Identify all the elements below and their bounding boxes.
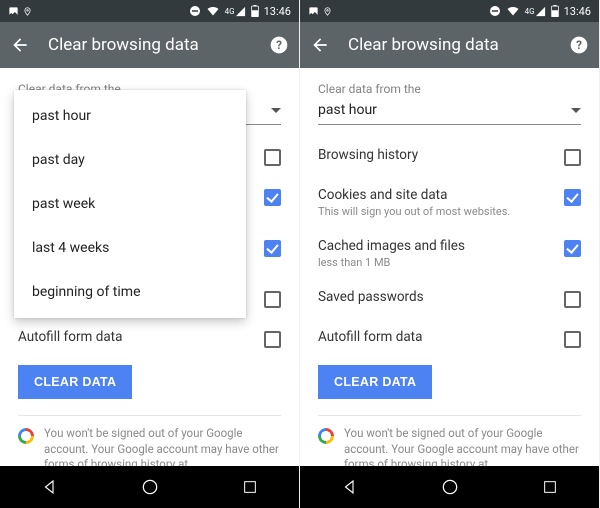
nav-home-button[interactable] — [140, 477, 160, 497]
checkbox-browsing-history[interactable] — [564, 149, 581, 166]
app-header: Clear browsing data ? — [0, 22, 299, 68]
location-icon — [323, 6, 332, 17]
back-button[interactable] — [310, 35, 330, 55]
signin-note: You won't be signed out of your Google a… — [318, 415, 581, 473]
row-autofill[interactable]: Autofill form data — [318, 319, 581, 359]
image-icon — [8, 6, 19, 17]
row-cached[interactable]: Cached images and files less than 1 MB — [318, 228, 581, 279]
dnd-icon — [489, 5, 501, 17]
google-logo-icon — [318, 428, 334, 444]
wifi-icon — [506, 5, 520, 17]
checkbox-saved-passwords[interactable] — [564, 291, 581, 308]
battery-icon — [551, 5, 559, 17]
chevron-down-icon — [571, 108, 581, 113]
google-logo-icon — [18, 428, 34, 444]
status-clock: 13:46 — [564, 5, 591, 18]
status-bar: 4G 13:46 — [0, 0, 299, 22]
dropdown-value: past hour — [318, 102, 377, 118]
checkbox-browsing-history[interactable] — [264, 149, 281, 166]
page-title: Clear browsing data — [48, 35, 199, 55]
back-button[interactable] — [10, 35, 30, 55]
checkbox-cached[interactable] — [564, 240, 581, 257]
svg-text:?: ? — [576, 38, 582, 52]
battery-icon — [251, 5, 259, 17]
popup-option[interactable]: beginning of time — [14, 270, 246, 314]
nav-home-button[interactable] — [440, 477, 460, 497]
wifi-icon — [206, 5, 220, 17]
nav-recent-button[interactable] — [242, 479, 258, 495]
chevron-down-icon — [271, 108, 281, 113]
signal-icon: 4G — [225, 6, 246, 17]
nav-back-button[interactable] — [41, 478, 59, 496]
popup-option[interactable]: past hour — [14, 94, 246, 138]
phone-right: 4G 13:46 Clear browsing data ? Clear dat… — [300, 0, 600, 508]
location-icon — [23, 6, 32, 17]
time-range-dropdown[interactable]: past hour — [318, 98, 581, 125]
popup-option[interactable]: last 4 weeks — [14, 226, 246, 270]
checkbox-cookies[interactable] — [264, 189, 281, 206]
row-saved-passwords[interactable]: Saved passwords — [318, 279, 581, 319]
android-navbar — [0, 466, 299, 508]
row-browsing-history[interactable]: Browsing history — [318, 137, 581, 177]
checkbox-autofill[interactable] — [264, 331, 281, 348]
time-range-popup: past hour past day past week last 4 week… — [14, 90, 246, 318]
svg-text:?: ? — [276, 38, 282, 52]
image-icon — [308, 6, 319, 17]
signin-note: You won't be signed out of your Google a… — [18, 415, 281, 473]
checkbox-saved-passwords[interactable] — [264, 291, 281, 308]
nav-recent-button[interactable] — [542, 479, 558, 495]
phone-left: 4G 13:46 Clear browsing data ? Clear dat… — [0, 0, 300, 508]
row-cookies[interactable]: Cookies and site data This will sign you… — [318, 177, 581, 228]
time-range-label: Clear data from the — [318, 82, 581, 96]
checkbox-cookies[interactable] — [564, 189, 581, 206]
status-clock: 13:46 — [264, 5, 291, 18]
status-bar: 4G 13:46 — [300, 0, 599, 22]
popup-option[interactable]: past week — [14, 182, 246, 226]
content-area: Clear data from the past hour Browsing h… — [300, 68, 599, 473]
android-navbar — [300, 466, 599, 508]
row-autofill[interactable]: Autofill form data — [18, 319, 281, 359]
clear-data-button[interactable]: CLEAR DATA — [18, 365, 132, 399]
page-title: Clear browsing data — [348, 35, 499, 55]
signal-icon: 4G — [525, 6, 546, 17]
nav-back-button[interactable] — [341, 478, 359, 496]
checkbox-cached[interactable] — [264, 240, 281, 257]
app-header: Clear browsing data ? — [300, 22, 599, 68]
help-button[interactable]: ? — [269, 35, 289, 55]
dnd-icon — [189, 5, 201, 17]
popup-option[interactable]: past day — [14, 138, 246, 182]
checkbox-autofill[interactable] — [564, 331, 581, 348]
help-button[interactable]: ? — [569, 35, 589, 55]
clear-data-button[interactable]: CLEAR DATA — [318, 365, 432, 399]
